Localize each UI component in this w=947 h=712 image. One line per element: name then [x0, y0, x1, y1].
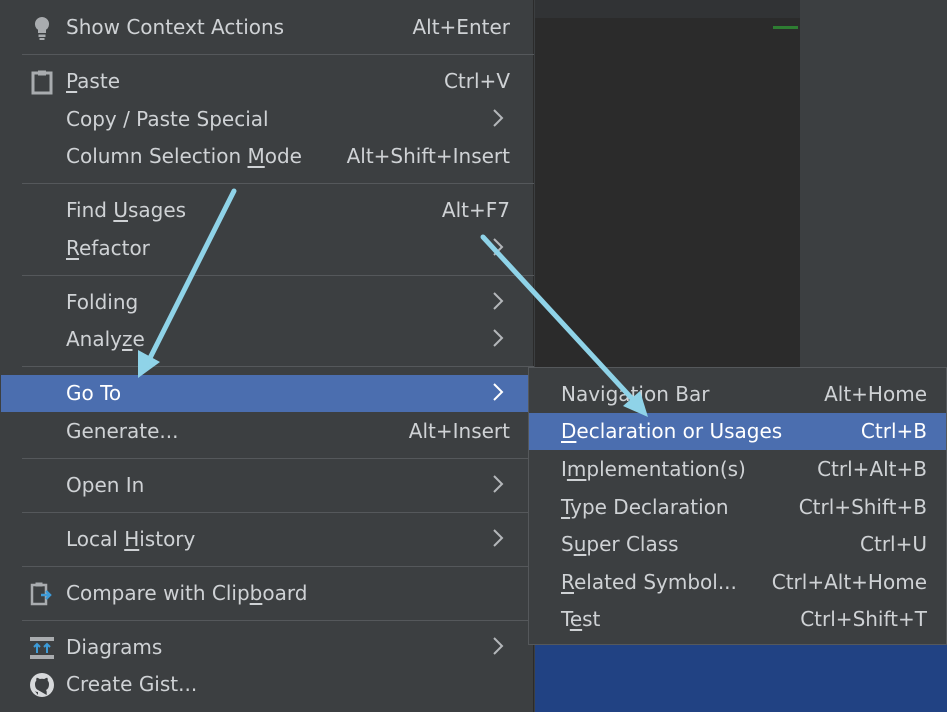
menu-item-show-context-actions[interactable]: Show Context Actions Alt+Enter [1, 9, 533, 46]
submenu-item-type-declaration[interactable]: Type Declaration Ctrl+Shift+B [529, 489, 946, 526]
chevron-right-icon [493, 529, 504, 547]
menu-separator [22, 566, 534, 567]
menu-item-compare-with-clipboard[interactable]: Compare with Clipboard [1, 575, 533, 612]
analyze-label: Analyze [66, 327, 145, 351]
implementations-label: Implementation(s) [561, 457, 746, 481]
submenu-item-implementations[interactable]: Implementation(s) Ctrl+Alt+B [529, 451, 946, 488]
chevron-right-icon [493, 109, 504, 127]
chevron-right-icon [493, 383, 504, 401]
chevron-right-icon [493, 475, 504, 493]
chevron-right-icon [493, 292, 504, 310]
bottom-panel [535, 645, 947, 712]
menu-separator [22, 366, 534, 367]
paste-label: Paste [66, 69, 120, 93]
related-symbol-label: Related Symbol... [561, 570, 737, 594]
column-selection-label: Column Selection Mode [66, 144, 302, 168]
menu-item-column-selection-mode[interactable]: Column Selection Mode Alt+Shift+Insert [1, 138, 533, 175]
menu-item-local-history[interactable]: Local History [1, 521, 533, 558]
menu-item-analyze[interactable]: Analyze [1, 321, 533, 358]
menu-item-open-in[interactable]: Open In [1, 467, 533, 504]
menu-item-refactor[interactable]: Refactor [1, 230, 533, 267]
local-history-label: Local History [66, 527, 196, 551]
menu-separator [22, 620, 534, 621]
github-icon [29, 672, 55, 698]
editor-context-menu: Show Context Actions Alt+Enter Paste Ctr… [0, 0, 534, 712]
menu-item-go-to[interactable]: Go To [1, 375, 533, 412]
menu-item-find-usages[interactable]: Find Usages Alt+F7 [1, 192, 533, 229]
refactor-label: Refactor [66, 236, 150, 260]
menu-item-diagrams[interactable]: Diagrams [1, 629, 533, 666]
find-usages-label: Find Usages [66, 198, 187, 222]
menu-separator [22, 512, 534, 513]
editor-tab-strip [535, 0, 800, 18]
compare-clipboard-icon [29, 581, 55, 607]
chevron-right-icon [493, 637, 504, 655]
submenu-item-navigation-bar[interactable]: Navigation Bar Alt+Home [529, 376, 946, 413]
menu-item-folding[interactable]: Folding [1, 284, 533, 321]
menu-item-create-gist[interactable]: Create Gist... [1, 666, 533, 703]
type-declaration-label: Type Declaration [561, 495, 729, 519]
goto-submenu: Navigation Bar Alt+Home Declaration or U… [528, 367, 947, 645]
menu-separator [22, 183, 534, 184]
submenu-item-test[interactable]: Test Ctrl+Shift+T [529, 601, 946, 638]
submenu-item-declaration-or-usages[interactable]: Declaration or Usages Ctrl+B [529, 413, 946, 450]
submenu-item-related-symbol[interactable]: Related Symbol... Ctrl+Alt+Home [529, 564, 946, 601]
editor-area [535, 0, 800, 368]
lightbulb-icon [29, 15, 55, 41]
compare-clipboard-label: Compare with Clipboard [66, 581, 308, 605]
clipboard-icon [29, 69, 55, 95]
chevron-right-icon [493, 329, 504, 347]
declaration-usages-label: Declaration or Usages [561, 419, 783, 443]
menu-separator [22, 275, 534, 276]
menu-item-paste[interactable]: Paste Ctrl+V [1, 63, 533, 100]
diagrams-icon [29, 635, 55, 661]
chevron-right-icon [493, 238, 504, 256]
test-label: Test [561, 607, 601, 631]
editor-change-marker [773, 26, 798, 29]
menu-separator [22, 54, 534, 55]
menu-item-copy-paste-special[interactable]: Copy / Paste Special [1, 101, 533, 138]
submenu-item-super-class[interactable]: Super Class Ctrl+U [529, 526, 946, 563]
menu-item-generate[interactable]: Generate... Alt+Insert [1, 413, 533, 450]
super-class-label: Super Class [561, 532, 679, 556]
menu-separator [22, 458, 534, 459]
right-panel [800, 0, 947, 368]
